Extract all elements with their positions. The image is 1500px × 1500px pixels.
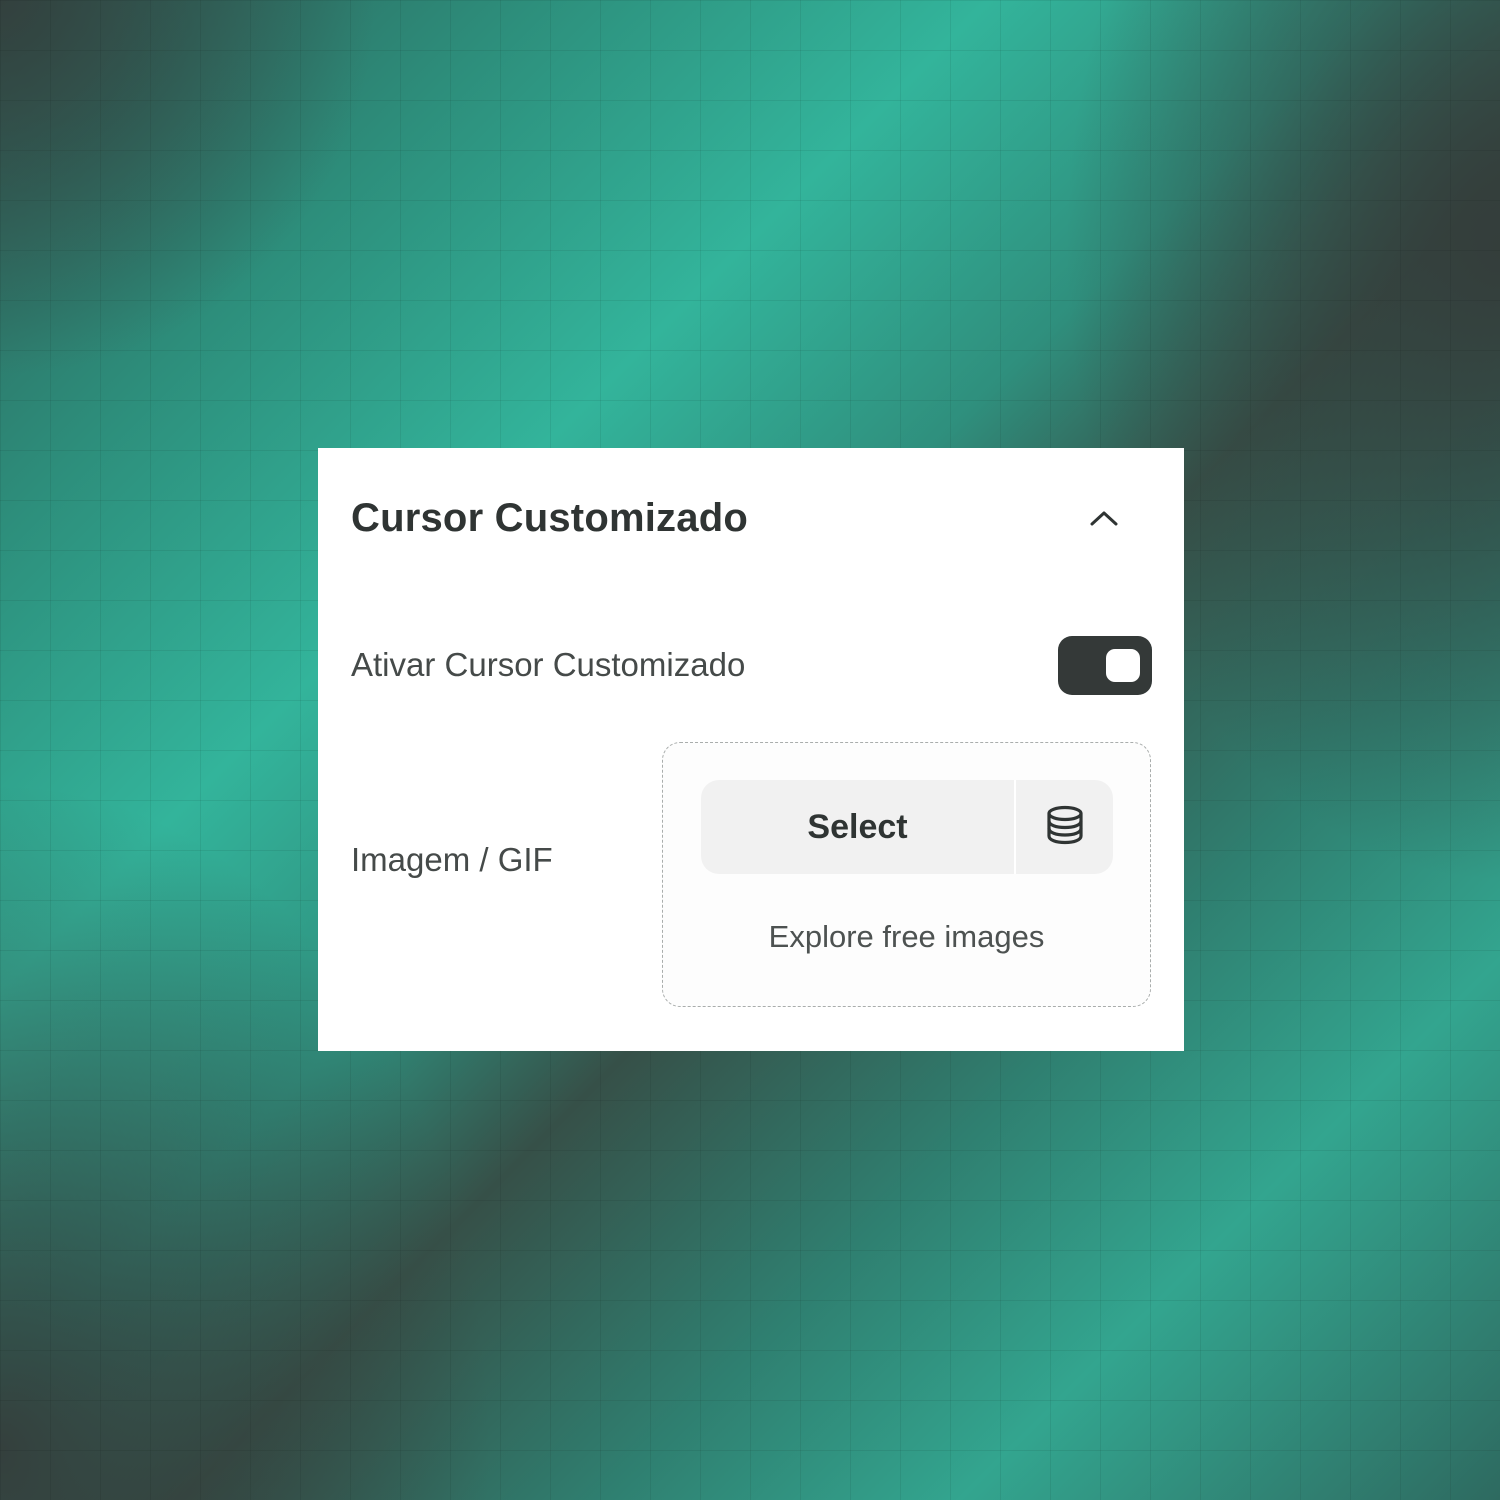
image-drop-zone[interactable]: Select Explore free images bbox=[662, 742, 1151, 1007]
cursor-settings-panel: Cursor Customizado Ativar Cursor Customi… bbox=[318, 448, 1184, 1051]
chevron-up-icon[interactable] bbox=[1084, 502, 1124, 534]
toggle-knob bbox=[1106, 649, 1140, 682]
database-icon bbox=[1045, 805, 1085, 850]
custom-cursor-toggle[interactable] bbox=[1058, 636, 1152, 695]
panel-title: Cursor Customizado bbox=[351, 496, 748, 540]
select-image-button[interactable]: Select bbox=[701, 780, 1016, 874]
select-button-group: Select bbox=[701, 780, 1113, 874]
explore-free-images-link[interactable]: Explore free images bbox=[663, 919, 1150, 955]
custom-cursor-toggle-label: Ativar Cursor Customizado bbox=[351, 646, 746, 683]
image-gif-label: Imagem / GIF bbox=[351, 841, 553, 878]
media-library-button[interactable] bbox=[1016, 780, 1113, 874]
